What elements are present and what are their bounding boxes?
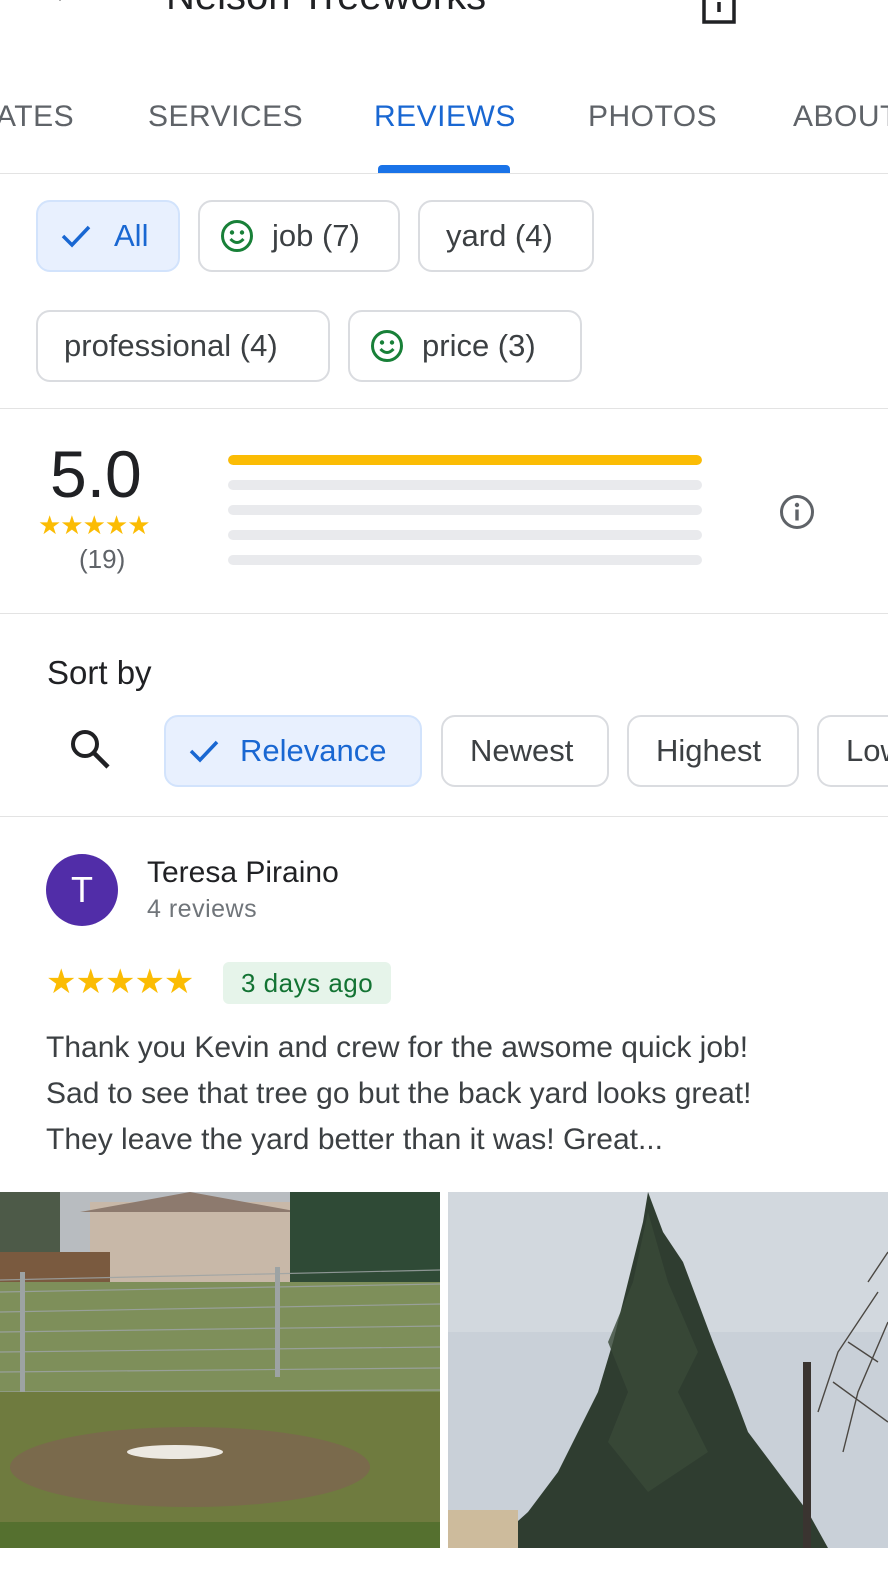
chip-professional[interactable]: professional (4): [36, 310, 330, 382]
tab-updates[interactable]: ATES: [0, 100, 74, 134]
info-icon[interactable]: [779, 494, 815, 530]
review-date-badge: 3 days ago: [223, 962, 392, 1004]
divider: [0, 816, 888, 817]
chip-label: All: [114, 218, 149, 253]
review-photo-yard[interactable]: [0, 1192, 440, 1548]
check-icon: [189, 740, 219, 763]
smiley-icon: [371, 330, 403, 362]
divider: [0, 408, 888, 409]
chip-label: job (7): [272, 218, 360, 253]
review-text[interactable]: Thank you Kevin and crew for the awsome …: [46, 1025, 866, 1163]
sort-option-label: Lowest: [846, 733, 888, 768]
sort-lowest[interactable]: Lowest: [817, 715, 888, 787]
tab-photos[interactable]: PHOTOS: [588, 100, 717, 134]
rating-stars: ★★★★★: [38, 510, 151, 540]
chip-yard[interactable]: yard (4): [418, 200, 594, 272]
avatar[interactable]: T: [46, 854, 118, 926]
review-photo-tree[interactable]: [448, 1192, 888, 1548]
search-icon[interactable]: [68, 727, 112, 771]
tab-reviews[interactable]: REVIEWS: [374, 100, 516, 134]
review-text-line: Thank you Kevin and crew for the awsome …: [46, 1031, 749, 1064]
average-rating: 5.0: [50, 437, 142, 511]
sort-newest[interactable]: Newest: [441, 715, 609, 787]
sort-option-label: Highest: [656, 733, 762, 768]
sort-option-label: Newest: [470, 733, 574, 768]
reviewer-name[interactable]: Teresa Piraino: [147, 856, 339, 890]
tab-about[interactable]: ABOUT: [793, 100, 888, 134]
sort-highest[interactable]: Highest: [627, 715, 799, 787]
review-text-line: They leave the yard better than it was! …: [46, 1123, 663, 1156]
check-icon: [61, 225, 91, 248]
rating-count: (19): [79, 544, 126, 574]
review-text-line: Sad to see that tree go but the back yar…: [46, 1077, 752, 1110]
chip-all[interactable]: All: [36, 200, 180, 272]
yard-photo-image: [0, 1192, 440, 1548]
rating-bar-3: [228, 505, 702, 515]
rating-bar-5: [228, 455, 702, 465]
tree-photo-image: [448, 1192, 888, 1548]
tab-bar: ATES SERVICES REVIEWS PHOTOS ABOUT: [0, 84, 888, 174]
review-stars: ★★★★★: [46, 963, 194, 1001]
chip-job[interactable]: job (7): [198, 200, 400, 272]
tab-services[interactable]: SERVICES: [148, 100, 303, 134]
share-icon[interactable]: [700, 0, 738, 26]
chip-price[interactable]: price (3): [348, 310, 582, 382]
chip-label: yard (4): [446, 218, 553, 253]
chevron-down-icon[interactable]: [46, 0, 74, 14]
sort-label: Sort by: [47, 654, 152, 691]
divider: [0, 613, 888, 614]
smiley-icon: [221, 220, 253, 252]
active-tab-indicator: [378, 165, 510, 173]
app-bar: Nelson Treeworks: [0, 0, 888, 28]
rating-bar-4: [228, 480, 702, 490]
chip-label: price (3): [422, 328, 536, 363]
more-options-icon[interactable]: [805, 0, 845, 10]
sort-relevance[interactable]: Relevance: [164, 715, 422, 787]
rating-bar-1: [228, 555, 702, 565]
rating-bar-fill: [228, 455, 702, 465]
reviewer-review-count: 4 reviews: [147, 895, 258, 923]
chip-label: professional (4): [64, 328, 278, 363]
place-title: Nelson Treeworks: [166, 0, 486, 19]
sort-option-label: Relevance: [240, 733, 387, 768]
rating-bar-2: [228, 530, 702, 540]
